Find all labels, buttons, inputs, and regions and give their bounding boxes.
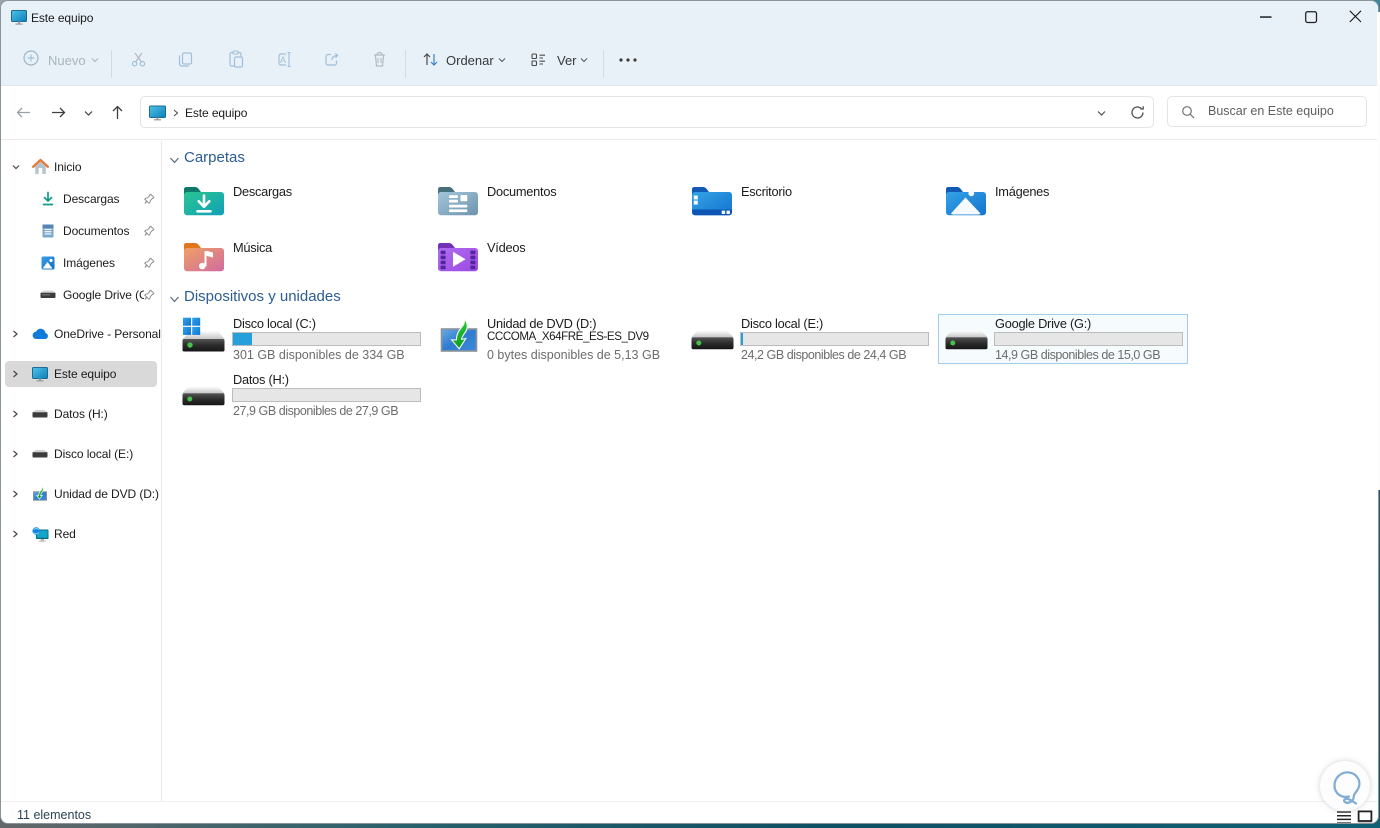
svg-text:A: A (280, 55, 286, 65)
